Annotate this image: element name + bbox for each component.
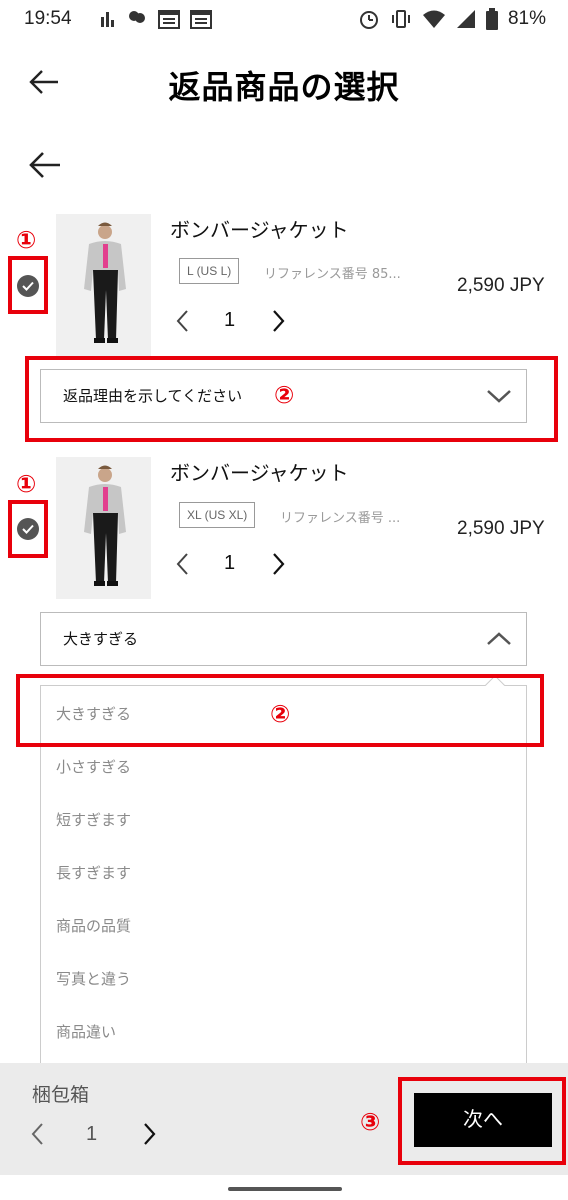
item-checkbox[interactable] — [17, 275, 39, 297]
dropdown-option[interactable]: 短すぎます — [56, 809, 131, 830]
item-price: 2,590 JPY — [457, 518, 545, 539]
dropdown-option[interactable]: 長すぎます — [56, 862, 131, 883]
app-header: 返品商品の選択 — [0, 50, 568, 120]
chevron-down-icon — [487, 390, 511, 403]
chevron-left-icon[interactable] — [173, 551, 193, 577]
chevron-right-icon[interactable] — [268, 308, 288, 334]
checkmark-icon — [22, 524, 34, 534]
item-price: 2,590 JPY — [457, 275, 545, 296]
status-system-icons: 81% — [358, 8, 546, 30]
status-bar: 19:54 81% — [0, 0, 568, 40]
item-name: ボンバージャケット — [170, 461, 349, 485]
chevron-left-icon[interactable] — [173, 308, 193, 334]
next-button[interactable]: 次へ — [414, 1093, 552, 1147]
quantity-value: 1 — [224, 309, 236, 331]
select-value: 大きすぎる — [63, 630, 139, 648]
status-time: 19:54 — [24, 8, 72, 29]
wifi-icon — [422, 10, 445, 28]
chevron-left-icon[interactable] — [28, 1121, 48, 1147]
annotation-mark-1: ① — [16, 226, 37, 254]
annotation-mark-3: ③ — [360, 1108, 381, 1136]
dropdown-option[interactable]: 小さすぎる — [56, 756, 131, 777]
calendar-icon — [190, 10, 212, 29]
signal-bars-icon — [101, 12, 114, 27]
reference-number: リファレンス番号 85... — [264, 267, 401, 282]
dropdown-option[interactable]: 写真と違う — [56, 968, 131, 989]
product-image — [56, 214, 151, 356]
select-value: 返品理由を示してください — [63, 387, 243, 405]
cellular-signal-icon — [456, 10, 475, 28]
dropdown-option[interactable]: 商品の品質 — [56, 915, 131, 936]
size-chip: XL (US XL) — [179, 502, 256, 528]
chevron-up-icon — [487, 632, 511, 645]
home-indicator[interactable] — [228, 1187, 342, 1191]
chevron-right-icon[interactable] — [139, 1121, 159, 1147]
return-reason-select[interactable]: 大きすぎる — [40, 612, 527, 666]
item-name: ボンバージャケット — [170, 218, 349, 242]
status-notification-icons — [100, 9, 212, 29]
bottom-bar: 梱包箱 1 ③ 次へ — [0, 1063, 568, 1175]
size-chip: L (US L) — [179, 258, 240, 284]
calendar-icon — [158, 10, 180, 29]
checkmark-icon — [22, 281, 34, 291]
page-title: 返品商品の選択 — [168, 68, 400, 106]
annotation-mark-2: ② — [270, 700, 291, 728]
quantity-value: 1 — [224, 552, 236, 574]
item-checkbox[interactable] — [17, 518, 39, 540]
dropdown-option[interactable]: 商品違い — [56, 1021, 116, 1042]
reference-number: リファレンス番号 ... — [280, 511, 401, 526]
vibrate-icon — [391, 10, 410, 28]
chevron-right-icon[interactable] — [268, 551, 288, 577]
alarm-icon — [359, 11, 378, 29]
package-quantity: 1 — [86, 1123, 98, 1145]
back-arrow-icon[interactable] — [28, 148, 62, 182]
product-image — [56, 457, 151, 599]
battery-icon — [485, 8, 498, 30]
weather-icon — [129, 11, 145, 23]
package-label: 梱包箱 — [32, 1084, 90, 1106]
annotation-mark-2: ② — [274, 381, 295, 409]
battery-percentage: 81% — [507, 8, 546, 29]
annotation-mark-1: ① — [16, 470, 37, 498]
